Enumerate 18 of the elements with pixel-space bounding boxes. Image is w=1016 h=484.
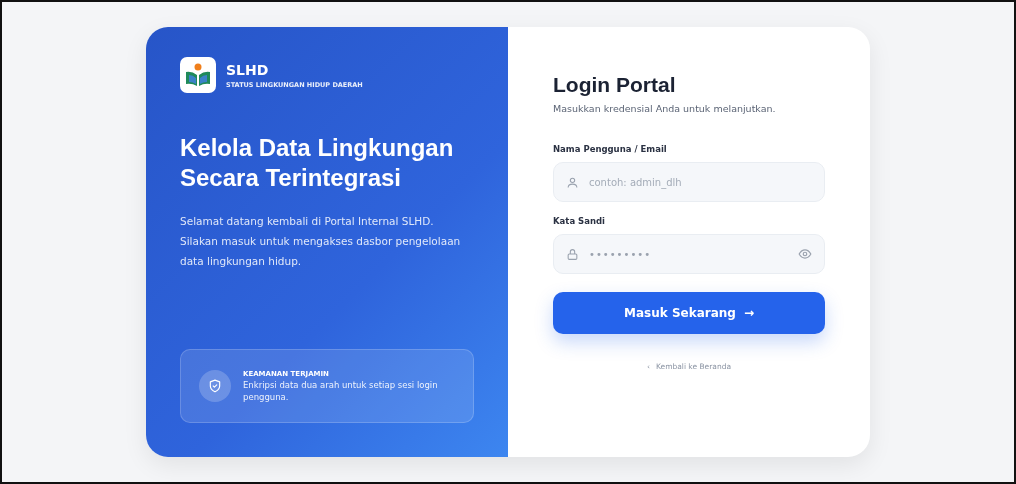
submit-button[interactable]: Masuk Sekarang → xyxy=(553,292,825,334)
username-field[interactable]: contoh: admin_dlh xyxy=(553,162,825,202)
login-subtitle: Masukkan kredensial Anda untuk melanjutkan. xyxy=(553,103,777,114)
logo-icon xyxy=(180,57,216,93)
field-label: Kata Sandi xyxy=(553,216,606,226)
field-label: Nama Pengguna / Email xyxy=(553,144,668,154)
brand-name: SLHD xyxy=(226,61,270,78)
password-value: ••••••••• xyxy=(589,248,653,260)
login-title: Login Portal xyxy=(553,73,677,97)
shield-icon xyxy=(199,370,231,402)
lock-icon xyxy=(566,247,579,261)
security-text: Enkripsi data dua arah untuk setiap sesi login pengguna. xyxy=(243,378,439,403)
user-icon xyxy=(566,175,579,189)
password-field[interactable]: ••••••••• xyxy=(553,234,825,274)
hero-description: Selamat datang kembali di Portal Internal SLHD. Silakan masuk untuk mengakses dasbor pengelolaan data lingkungan hidup. xyxy=(180,214,462,269)
field-placeholder: contoh: admin_dlh xyxy=(589,176,683,188)
hero-heading: Kelola Data Lingkungan Secara Terintegrasi xyxy=(180,133,455,193)
eye-icon[interactable] xyxy=(798,247,812,261)
